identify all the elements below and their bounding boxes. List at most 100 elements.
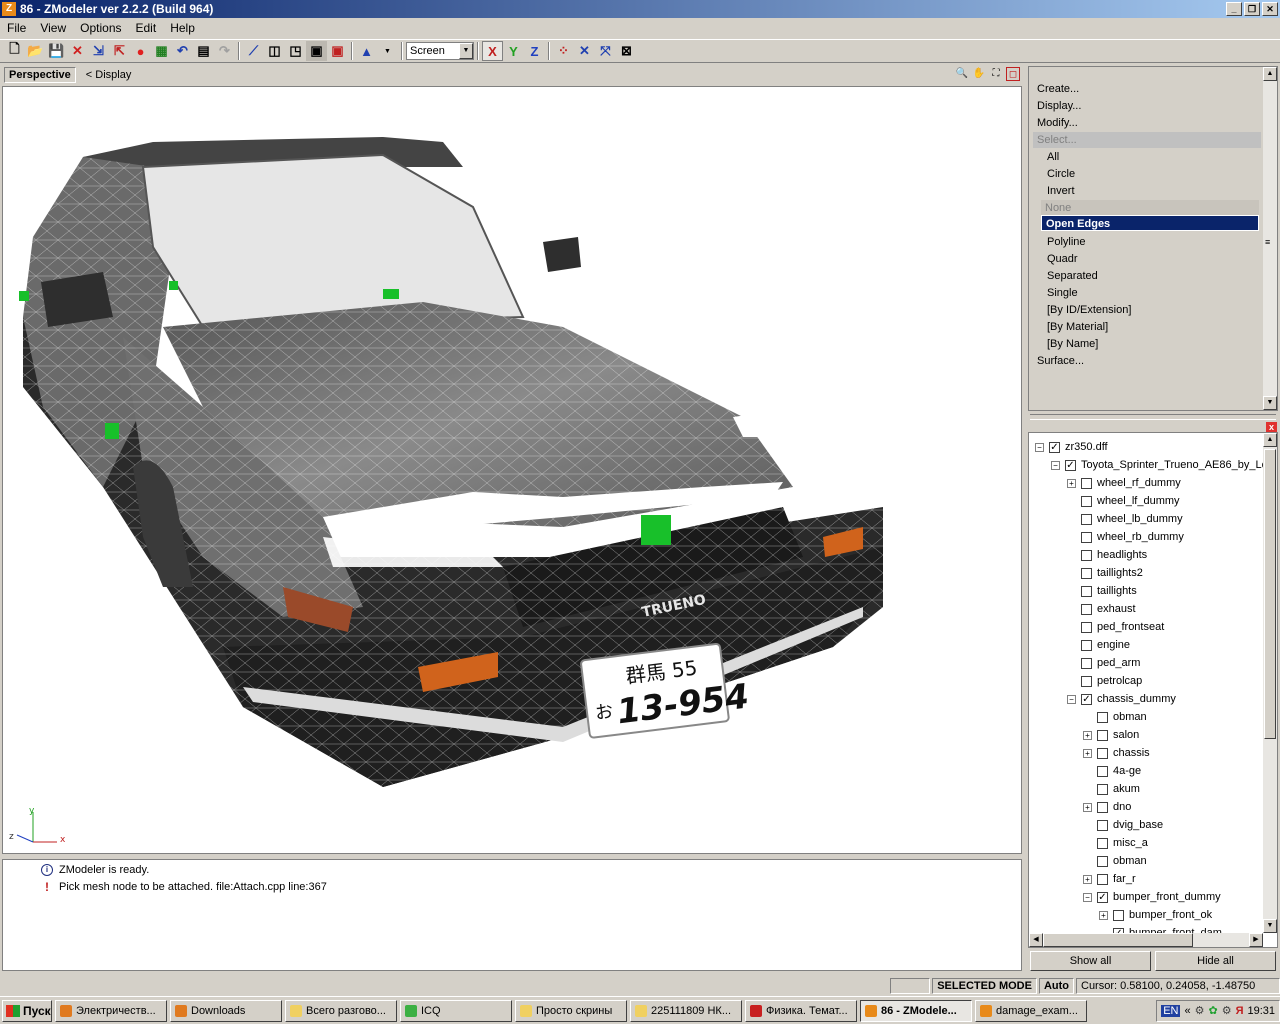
- visibility-checkbox[interactable]: [1097, 855, 1108, 867]
- expand-icon[interactable]: +: [1099, 910, 1108, 920]
- scroll-up-icon[interactable]: ▲: [1263, 67, 1277, 81]
- select-command[interactable]: Select...: [1033, 132, 1261, 148]
- visibility-checkbox[interactable]: [1097, 837, 1108, 849]
- scroll-up-icon[interactable]: ▲: [1263, 433, 1277, 447]
- taskbar-button[interactable]: Физика. Темат...: [745, 999, 857, 1022]
- arrow-dropdown-icon[interactable]: ▼: [377, 41, 398, 61]
- visibility-checkbox[interactable]: ✓: [1081, 693, 1092, 705]
- taskbar-button[interactable]: Электричеств...: [55, 999, 167, 1022]
- close-button[interactable]: ✕: [1262, 2, 1278, 16]
- redo-icon[interactable]: ↷: [214, 41, 235, 61]
- taskbar-button[interactable]: damage_exam...: [975, 999, 1087, 1022]
- maximize-viewport-icon[interactable]: ◻: [1006, 67, 1020, 81]
- auto-status[interactable]: Auto: [1038, 977, 1074, 994]
- face-mode-icon[interactable]: ◫: [264, 41, 285, 61]
- scroll-right-icon[interactable]: ▶: [1249, 933, 1263, 947]
- start-button[interactable]: Пуск: [2, 999, 52, 1022]
- axis-y-toggle[interactable]: Y: [503, 41, 524, 61]
- chevron-down-icon[interactable]: ▼: [459, 43, 473, 59]
- cube-red-icon[interactable]: ▣: [327, 41, 348, 61]
- select-circle[interactable]: Circle: [1047, 166, 1075, 182]
- dummy-marker[interactable]: [383, 289, 399, 299]
- tree-node[interactable]: + dno: [1083, 798, 1131, 816]
- undo-icon[interactable]: ↶: [172, 41, 193, 61]
- tree-node[interactable]: + wheel_rf_dummy: [1067, 474, 1181, 492]
- zoom-icon[interactable]: 🔍: [955, 67, 969, 81]
- visibility-checkbox[interactable]: [1081, 513, 1092, 525]
- tree-hscrollbar[interactable]: ◀ ▶: [1029, 933, 1263, 947]
- pan-hand-icon[interactable]: ✋: [972, 67, 986, 81]
- taskbar-button[interactable]: Всего разгово...: [285, 999, 397, 1022]
- language-indicator[interactable]: EN: [1161, 1004, 1181, 1017]
- export-icon[interactable]: ⇱: [109, 41, 130, 61]
- tree-node[interactable]: + chassis: [1083, 744, 1150, 762]
- arrow-tool-icon[interactable]: ▲: [356, 41, 377, 61]
- select-all[interactable]: All: [1047, 149, 1059, 165]
- select-invert[interactable]: Invert: [1047, 183, 1075, 199]
- tray-expand-icon[interactable]: «: [1184, 1005, 1190, 1017]
- visibility-checkbox[interactable]: [1097, 783, 1108, 795]
- modify-command[interactable]: Modify...: [1037, 115, 1078, 131]
- tree-node[interactable]: taillights: [1067, 582, 1137, 600]
- coordinate-space-select[interactable]: Screen ▼: [406, 42, 474, 60]
- open-folder-icon[interactable]: 📂: [25, 41, 46, 61]
- menu-help[interactable]: Help: [163, 21, 202, 35]
- pivot-icon[interactable]: ⤧: [595, 41, 616, 61]
- show-all-button[interactable]: Show all: [1030, 951, 1151, 971]
- panel-splitter[interactable]: [1030, 414, 1276, 420]
- tree-node[interactable]: engine: [1067, 636, 1130, 654]
- taskbar-button[interactable]: Downloads: [170, 999, 282, 1022]
- viewport-mode-tab[interactable]: Perspective: [4, 67, 76, 83]
- tree-node[interactable]: dvig_base: [1083, 816, 1163, 834]
- tree-node[interactable]: taillights2: [1067, 564, 1143, 582]
- select-by-id[interactable]: [By ID/Extension]: [1047, 302, 1131, 318]
- menu-options[interactable]: Options: [73, 21, 128, 35]
- visibility-checkbox[interactable]: ✓: [1065, 459, 1076, 471]
- select-polyline[interactable]: Polyline: [1047, 234, 1086, 250]
- visibility-checkbox[interactable]: ✓: [1097, 891, 1108, 903]
- tree-node[interactable]: − ✓ Toyota_Sprinter_Trueno_AE86_by_Le: [1051, 456, 1268, 474]
- object-mode-icon[interactable]: ◳: [285, 41, 306, 61]
- tree-scrollbar[interactable]: ▲ ▼: [1263, 433, 1277, 933]
- expand-icon[interactable]: +: [1083, 730, 1092, 740]
- taskbar-button[interactable]: Просто скрины: [515, 999, 627, 1022]
- tree-node[interactable]: + far_r: [1083, 870, 1136, 888]
- icq-tray-icon[interactable]: ✿: [1208, 1004, 1217, 1017]
- surface-command[interactable]: Surface...: [1037, 353, 1084, 369]
- hide-all-button[interactable]: Hide all: [1155, 951, 1276, 971]
- select-none[interactable]: None: [1041, 200, 1259, 216]
- scale-icon[interactable]: ⊠: [616, 41, 637, 61]
- render-icon[interactable]: ●: [130, 41, 151, 61]
- visibility-checkbox[interactable]: [1081, 495, 1092, 507]
- visibility-checkbox[interactable]: [1081, 621, 1092, 633]
- antivirus-icon[interactable]: Я: [1236, 1005, 1244, 1017]
- tree-node[interactable]: ped_frontseat: [1067, 618, 1164, 636]
- expand-icon[interactable]: +: [1083, 748, 1092, 758]
- texture-icon[interactable]: ▦: [151, 41, 172, 61]
- menu-edit[interactable]: Edit: [129, 21, 164, 35]
- new-file-icon[interactable]: 🗋: [4, 41, 25, 61]
- dummy-marker[interactable]: [19, 291, 29, 301]
- maximize-button[interactable]: ❐: [1244, 2, 1260, 16]
- axis-x-toggle[interactable]: X: [482, 41, 503, 61]
- expand-icon[interactable]: +: [1083, 802, 1092, 812]
- snap-icon[interactable]: ⁘: [553, 41, 574, 61]
- visibility-checkbox[interactable]: [1081, 639, 1092, 651]
- visibility-checkbox[interactable]: [1097, 747, 1108, 759]
- visibility-checkbox[interactable]: [1081, 675, 1092, 687]
- collapse-icon[interactable]: −: [1067, 694, 1076, 704]
- delete-icon[interactable]: ✕: [67, 41, 88, 61]
- visibility-checkbox[interactable]: [1081, 585, 1092, 597]
- tree-node[interactable]: wheel_rb_dummy: [1067, 528, 1184, 546]
- dummy-marker[interactable]: [169, 281, 178, 290]
- menu-file[interactable]: File: [0, 21, 33, 35]
- visibility-checkbox[interactable]: [1113, 909, 1124, 921]
- visibility-checkbox[interactable]: [1097, 801, 1108, 813]
- dummy-marker[interactable]: [641, 515, 671, 545]
- volume-icon[interactable]: ⚙: [1222, 1004, 1232, 1017]
- visibility-checkbox[interactable]: [1097, 765, 1108, 777]
- collapse-icon[interactable]: −: [1035, 442, 1044, 452]
- scroll-left-icon[interactable]: ◀: [1029, 933, 1043, 947]
- select-single[interactable]: Single: [1047, 285, 1078, 301]
- tree-node[interactable]: headlights: [1067, 546, 1147, 564]
